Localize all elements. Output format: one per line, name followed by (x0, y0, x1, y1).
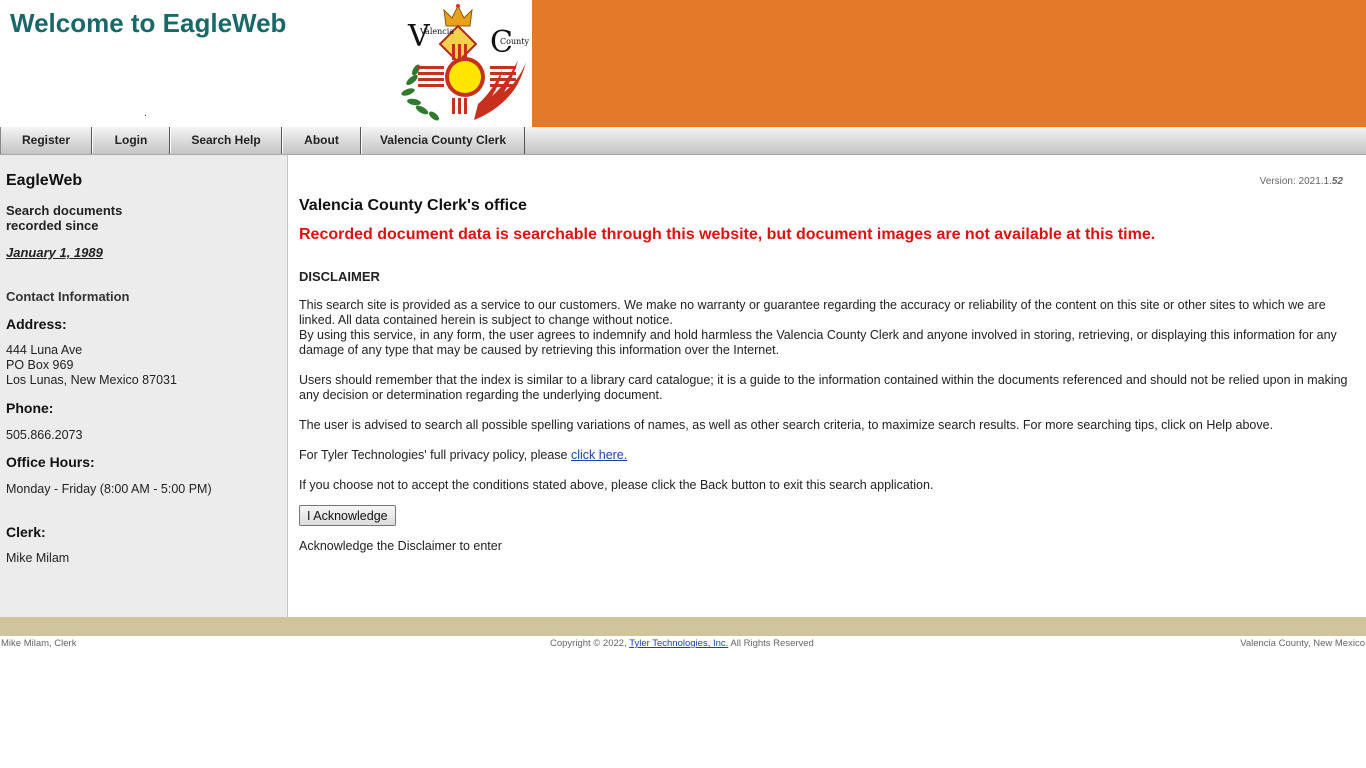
nav-search-help[interactable]: Search Help (170, 127, 282, 154)
acknowledge-note: Acknowledge the Disclaimer to enter (299, 539, 502, 553)
footer-bar (0, 617, 1366, 636)
office-title: Valencia County Clerk's office (299, 197, 527, 214)
nav-register[interactable]: Register (0, 127, 92, 154)
office-hours-heading: Office Hours: (6, 454, 95, 470)
copyright-suffix: All Rights Reserved (728, 638, 814, 649)
phone-number: 505.866.2073 (6, 428, 83, 442)
privacy-paragraph: For Tyler Technologies' full privacy pol… (299, 448, 1349, 463)
index-paragraph: Users should remember that the index is … (299, 373, 1348, 402)
sidebar-subtitle: Search documents recorded since (6, 203, 122, 233)
images-unavailable-notice: Recorded document data is searchable thr… (299, 226, 1156, 243)
svg-text:County: County (500, 37, 529, 46)
nav-valencia-county-clerk[interactable]: Valencia County Clerk (361, 127, 525, 154)
main-content: Version: 2021.1.52 Valencia County Clerk… (299, 155, 1355, 617)
footer-clerk: Mike Milam, Clerk (1, 638, 77, 649)
sidebar-subtitle-line1: Search documents (6, 203, 123, 218)
search-tips-paragraph: The user is advised to search all possib… (299, 418, 1274, 432)
privacy-policy-link[interactable]: click here. (571, 448, 627, 462)
disclaimer-text: This search site is provided as a servic… (299, 298, 1326, 327)
records-since-date: January 1, 1989 (6, 245, 103, 260)
privacy-text: For Tyler Technologies' full privacy pol… (299, 448, 571, 462)
clerk-heading: Clerk: (6, 524, 46, 540)
nav-login[interactable]: Login (92, 127, 170, 154)
exit-paragraph: If you choose not to accept the conditio… (299, 478, 934, 492)
address-line: PO Box 969 (6, 358, 74, 372)
copyright-prefix: Copyright © 2022, (550, 638, 630, 649)
clerk-name: Mike Milam (6, 551, 70, 565)
main-nav: Register Login Search Help About Valenci… (0, 127, 1366, 155)
acknowledge-button[interactable]: I Acknowledge (299, 505, 396, 526)
header-dot: . (144, 108, 147, 119)
svg-text:Valencia: Valencia (419, 27, 454, 36)
sidebar-subtitle-line2: recorded since (6, 218, 99, 233)
version-prefix: Version: 2021.1. (1259, 176, 1332, 187)
address-line: Los Lunas, New Mexico 87031 (6, 373, 177, 387)
nav-about[interactable]: About (282, 127, 361, 154)
valencia-county-logo: V C Valencia County (394, 0, 532, 127)
svg-text:V: V (407, 19, 431, 54)
sidebar-title: EagleWeb (6, 172, 83, 189)
address-line: 444 Luna Ave (6, 343, 83, 357)
office-hours: Monday - Friday (8:00 AM - 5:00 PM) (6, 482, 212, 496)
page-header: Welcome to EagleWeb . V C Valencia Count… (0, 0, 1366, 127)
footer-county: Valencia County, New Mexico (1240, 638, 1365, 649)
phone-heading: Phone: (6, 400, 54, 416)
footer-copyright: Copyright © 2022, Tyler Technologies, In… (550, 638, 814, 649)
disclaimer-text: By using this service, in any form, the … (299, 328, 1337, 357)
county-seal-icon: V C Valencia County (401, 4, 529, 121)
disclaimer-paragraph: This search site is provided as a servic… (299, 298, 1349, 358)
tyler-technologies-link[interactable]: Tyler Technologies, Inc. (629, 638, 728, 649)
contact-heading: Contact Information (6, 289, 130, 304)
header-color-band (532, 0, 1366, 127)
address-heading: Address: (6, 316, 67, 332)
version-build: 52 (1331, 176, 1343, 187)
page-title: Welcome to EagleWeb (10, 8, 287, 38)
version-label: Version: 2021.1.52 (1260, 176, 1343, 187)
disclaimer-heading: DISCLAIMER (299, 269, 380, 284)
sidebar: EagleWeb Search documents recorded since… (0, 155, 288, 617)
address-block: 444 Luna Ave PO Box 969 Los Lunas, New M… (6, 343, 177, 388)
